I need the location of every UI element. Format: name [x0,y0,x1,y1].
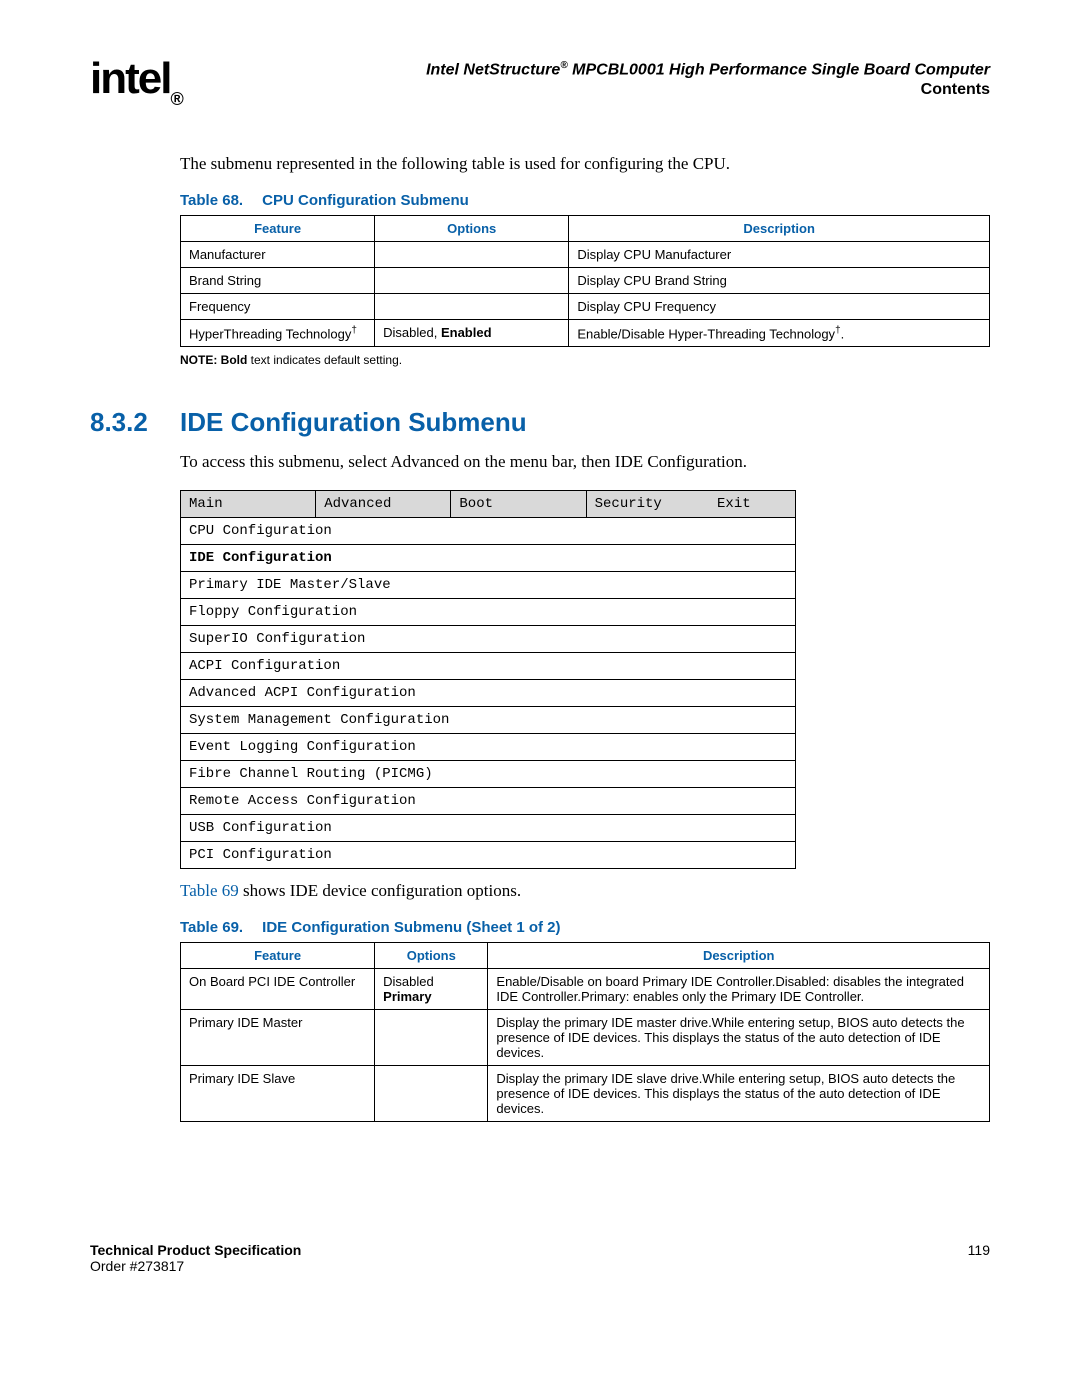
header-subtitle: Contents [202,81,990,99]
menu-item: Floppy Configuration [181,599,796,626]
table69-caption: Table 69. IDE Configuration Submenu (She… [180,919,990,936]
page-header: intel® Intel NetStructure® MPCBL0001 Hig… [90,60,990,114]
menu-item: System Management Configuration [181,707,796,734]
section-heading-8-3-2: 8.3.2 IDE Configuration Submenu [90,407,990,438]
table-row: HyperThreading Technology† Disabled, Ena… [181,319,990,346]
bios-menu-table: Main Advanced Boot Security Exit CPU Con… [180,490,796,869]
logo-reg: ® [170,89,181,109]
table68-note: NOTE: Bold text indicates default settin… [180,353,990,367]
menu-tab-security: Security [586,491,709,518]
menu-item: PCI Configuration [181,842,796,869]
page-footer: Technical Product Specification Order #2… [90,1242,990,1274]
table-row: Primary IDE Slave Display the primary ID… [181,1066,990,1122]
table68: Feature Options Description Manufacturer… [180,215,990,347]
table69-xref: Table 69 [180,881,239,900]
table68-h2: Description [569,215,990,241]
table68-h0: Feature [181,215,375,241]
table69-h1: Options [375,943,488,969]
menu-tab-advanced: Advanced [316,491,451,518]
table68-h1: Options [375,215,569,241]
table-row: Manufacturer Display CPU Manufacturer [181,241,990,267]
table-row: On Board PCI IDE Controller DisabledPrim… [181,969,990,1010]
table-row: Primary IDE Master Display the primary I… [181,1010,990,1066]
menu-item: Fibre Channel Routing (PICMG) [181,761,796,788]
menu-item: Advanced ACPI Configuration [181,680,796,707]
menu-tab-exit: Exit [709,491,795,518]
menu-item: Event Logging Configuration [181,734,796,761]
table68-caption: Table 68. CPU Configuration Submenu [180,192,990,209]
menu-item: USB Configuration [181,815,796,842]
footer-left: Technical Product Specification Order #2… [90,1242,301,1274]
footer-order: Order #273817 [90,1258,301,1274]
table-row: Frequency Display CPU Frequency [181,293,990,319]
after-menu-paragraph: Table 69 shows IDE device configuration … [180,881,990,901]
menu-item: CPU Configuration [181,518,796,545]
menu-item: Remote Access Configuration [181,788,796,815]
header-right: Intel NetStructure® MPCBL0001 High Perfo… [202,60,990,99]
intel-logo: intel® [90,54,182,108]
menu-tab-main: Main [181,491,316,518]
menu-tabs: Main Advanced Boot Security Exit [181,491,796,518]
intro-paragraph: The submenu represented in the following… [180,154,990,174]
table69-h0: Feature [181,943,375,969]
table-row: Brand String Display CPU Brand String [181,267,990,293]
section-paragraph: To access this submenu, select Advanced … [180,452,990,472]
page-content: The submenu represented in the following… [180,154,990,1122]
menu-item: SuperIO Configuration [181,626,796,653]
menu-item: Primary IDE Master/Slave [181,572,796,599]
menu-item: ACPI Configuration [181,653,796,680]
header-title: Intel NetStructure® MPCBL0001 High Perfo… [202,60,990,79]
table69-h2: Description [488,943,990,969]
footer-page-number: 119 [968,1242,990,1274]
logo-text: intel [90,54,170,103]
footer-title: Technical Product Specification [90,1242,301,1258]
menu-item: IDE Configuration [181,545,796,572]
table69: Feature Options Description On Board PCI… [180,942,990,1122]
menu-tab-boot: Boot [451,491,586,518]
